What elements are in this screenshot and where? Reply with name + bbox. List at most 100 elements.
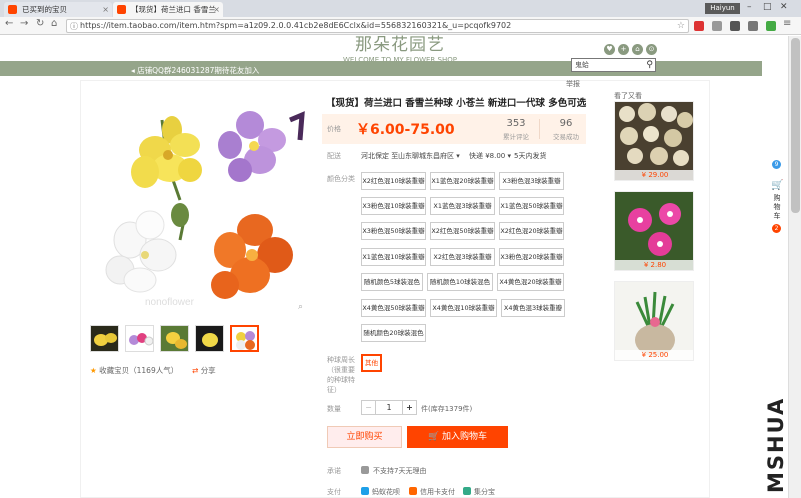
cart-count-badge: 2	[772, 224, 781, 233]
period-option[interactable]: 其他	[361, 354, 382, 372]
option-button[interactable]: X3粉色混50球装重瓣	[361, 222, 426, 240]
option-button[interactable]: 随机颜色20球装混色	[361, 324, 426, 342]
review-count[interactable]: 353	[496, 118, 536, 129]
notification-badge[interactable]: 9	[772, 160, 781, 169]
qty-plus-button[interactable]: +	[402, 400, 417, 415]
thumbnail-3[interactable]	[160, 325, 189, 352]
cart-icon[interactable]: 🛒	[771, 180, 783, 191]
plus-icon[interactable]: +	[618, 44, 629, 55]
user-badge[interactable]: Haiyun	[705, 3, 740, 14]
option-button[interactable]: X2红色混10球装重瓣	[361, 172, 426, 190]
thumbnail-5[interactable]	[230, 325, 259, 352]
product-main-image[interactable]: nonoflower	[90, 90, 312, 312]
option-button[interactable]: X1蓝色混3球装重瓣	[430, 197, 495, 215]
option-button[interactable]: X2红色混20球装重瓣	[499, 222, 564, 240]
tab-product[interactable]: 【现货】荷兰进口 香雪兰 ×	[113, 2, 223, 17]
thumbnail-1[interactable]	[90, 325, 119, 352]
option-button[interactable]: X3粉色混20球装重瓣	[499, 248, 564, 266]
extension-icon[interactable]	[694, 21, 704, 31]
pay-method: 蚂蚁花呗	[372, 488, 400, 496]
thumb-image	[202, 333, 218, 347]
recommend-item[interactable]: ¥ 25.00	[614, 281, 694, 361]
extension-icon[interactable]	[748, 21, 758, 31]
option-button[interactable]: X1蓝色混50球装重瓣	[499, 197, 564, 215]
recommend-item[interactable]: ¥ 29.00	[614, 101, 694, 181]
option-button[interactable]: X4黄色混20球装重瓣	[497, 273, 564, 291]
also-viewed-label: 看了又看	[614, 92, 642, 100]
favorite-link[interactable]: ★ 收藏宝贝（1169人气）	[90, 365, 178, 376]
option-button[interactable]: 随机颜色5球装混色	[361, 273, 423, 291]
buy-now-button[interactable]: 立即购买	[327, 426, 402, 448]
shipping-to-select[interactable]: 山东聊城东昌府区 ▾	[398, 151, 460, 161]
shipping-from: 河北保定 至	[361, 152, 399, 160]
report-link[interactable]: 举报	[566, 79, 580, 89]
pay-label: 支付	[327, 488, 341, 496]
extension-icon[interactable]	[730, 21, 740, 31]
pay-method: 信用卡支付	[420, 488, 455, 496]
option-button[interactable]: 随机颜色10球装混色	[427, 273, 493, 291]
huabei-icon	[361, 487, 369, 495]
price-label: 价格	[327, 125, 341, 133]
option-button[interactable]: X3粉色混3球装重瓣	[499, 172, 564, 190]
watermark-text: MSHUA	[764, 396, 788, 493]
search-icon[interactable]: ⚲	[646, 59, 653, 71]
side-cart-label[interactable]: 购物车	[772, 194, 782, 221]
price-value: ￥6.00-75.00	[356, 122, 455, 138]
thumbnail-2[interactable]	[125, 325, 154, 352]
option-button[interactable]: X1蓝色混20球装重瓣	[430, 172, 495, 190]
sold-count: 96	[559, 118, 573, 129]
option-button[interactable]: X4黄色混3球装重瓣	[501, 299, 565, 317]
quantity-input[interactable]: 1	[375, 400, 403, 415]
close-icon[interactable]: ×	[213, 2, 220, 17]
thumb-image	[129, 333, 153, 346]
maximize-icon[interactable]: □	[763, 2, 772, 12]
forward-icon[interactable]: →	[20, 18, 28, 29]
close-icon[interactable]: ×	[102, 2, 109, 17]
option-button[interactable]: X3粉色混10球装重瓣	[361, 197, 426, 215]
address-bar[interactable]: ⓘ https://item.taobao.com/item.htm?spm=a…	[66, 19, 689, 33]
tab-label: 【现货】荷兰进口 香雪兰	[131, 5, 216, 14]
menu-icon[interactable]: ≡	[783, 18, 791, 29]
star-icon: ★	[90, 366, 97, 375]
shipping-fee-select[interactable]: 快递 ¥8.00 ▾	[469, 151, 511, 161]
qty-minus-button[interactable]: −	[361, 400, 376, 415]
freesia-photo: nonoflower	[90, 90, 312, 312]
reload-icon[interactable]: ↻	[36, 18, 44, 29]
shop-search-input[interactable]: 鬼蛤 ⚲	[571, 58, 656, 72]
home-icon[interactable]: ⌂	[51, 18, 57, 29]
share-icon[interactable]: ⊙	[646, 44, 657, 55]
option-button[interactable]: X4黄色混50球装重瓣	[361, 299, 426, 317]
shop-name[interactable]: 那朵花园艺	[320, 37, 480, 54]
share-link[interactable]: ⇄ 分享	[192, 365, 216, 376]
extension-icon[interactable]	[766, 21, 776, 31]
divider	[539, 119, 540, 139]
shipping-time: 5天内发货	[514, 152, 547, 160]
taobao-favicon-icon	[8, 5, 17, 14]
product-title: 【现货】荷兰进口 香雪兰种球 小苍兰 新进口一代球 多色可选	[326, 98, 587, 109]
sold-label: 交易成功	[553, 133, 579, 141]
minimize-icon[interactable]: –	[747, 2, 752, 12]
option-button[interactable]: X2红色混50球装重瓣	[430, 222, 495, 240]
browser-toolbar: ← → ↻ ⌂ ⓘ https://item.taobao.com/item.h…	[0, 17, 801, 35]
option-button[interactable]: X2红色混3球装重瓣	[430, 248, 495, 266]
share-icon: ⇄	[192, 366, 199, 375]
back-icon[interactable]: ←	[5, 18, 13, 29]
bookmark-star-icon[interactable]: ☆	[677, 20, 685, 32]
tab-purchased[interactable]: 已买到的宝贝 ×	[4, 2, 112, 17]
option-button[interactable]: X1蓝色混10球装重瓣	[361, 248, 426, 266]
scrollbar[interactable]	[788, 36, 801, 498]
extension-icon[interactable]	[712, 21, 722, 31]
pay-method: 集分宝	[474, 488, 495, 496]
recommend-price: ¥ 29.00	[615, 170, 693, 180]
option-button[interactable]: X4黄色混10球装重瓣	[430, 299, 497, 317]
add-to-cart-button[interactable]: 🛒 加入购物车	[407, 426, 508, 448]
recommend-item[interactable]: ¥ 2.80	[614, 191, 694, 271]
close-window-icon[interactable]: ✕	[780, 2, 788, 12]
scrollbar-thumb[interactable]	[791, 38, 800, 213]
home-icon[interactable]: ⌂	[632, 44, 643, 55]
thumb-image	[166, 332, 187, 349]
shop-marquee: ◂ 店铺QQ群246031287期待花友加入	[131, 66, 260, 75]
heart-icon[interactable]: ♥	[604, 44, 615, 55]
thumbnail-4[interactable]	[195, 325, 224, 352]
zoom-icon[interactable]: ⌕	[298, 302, 303, 312]
